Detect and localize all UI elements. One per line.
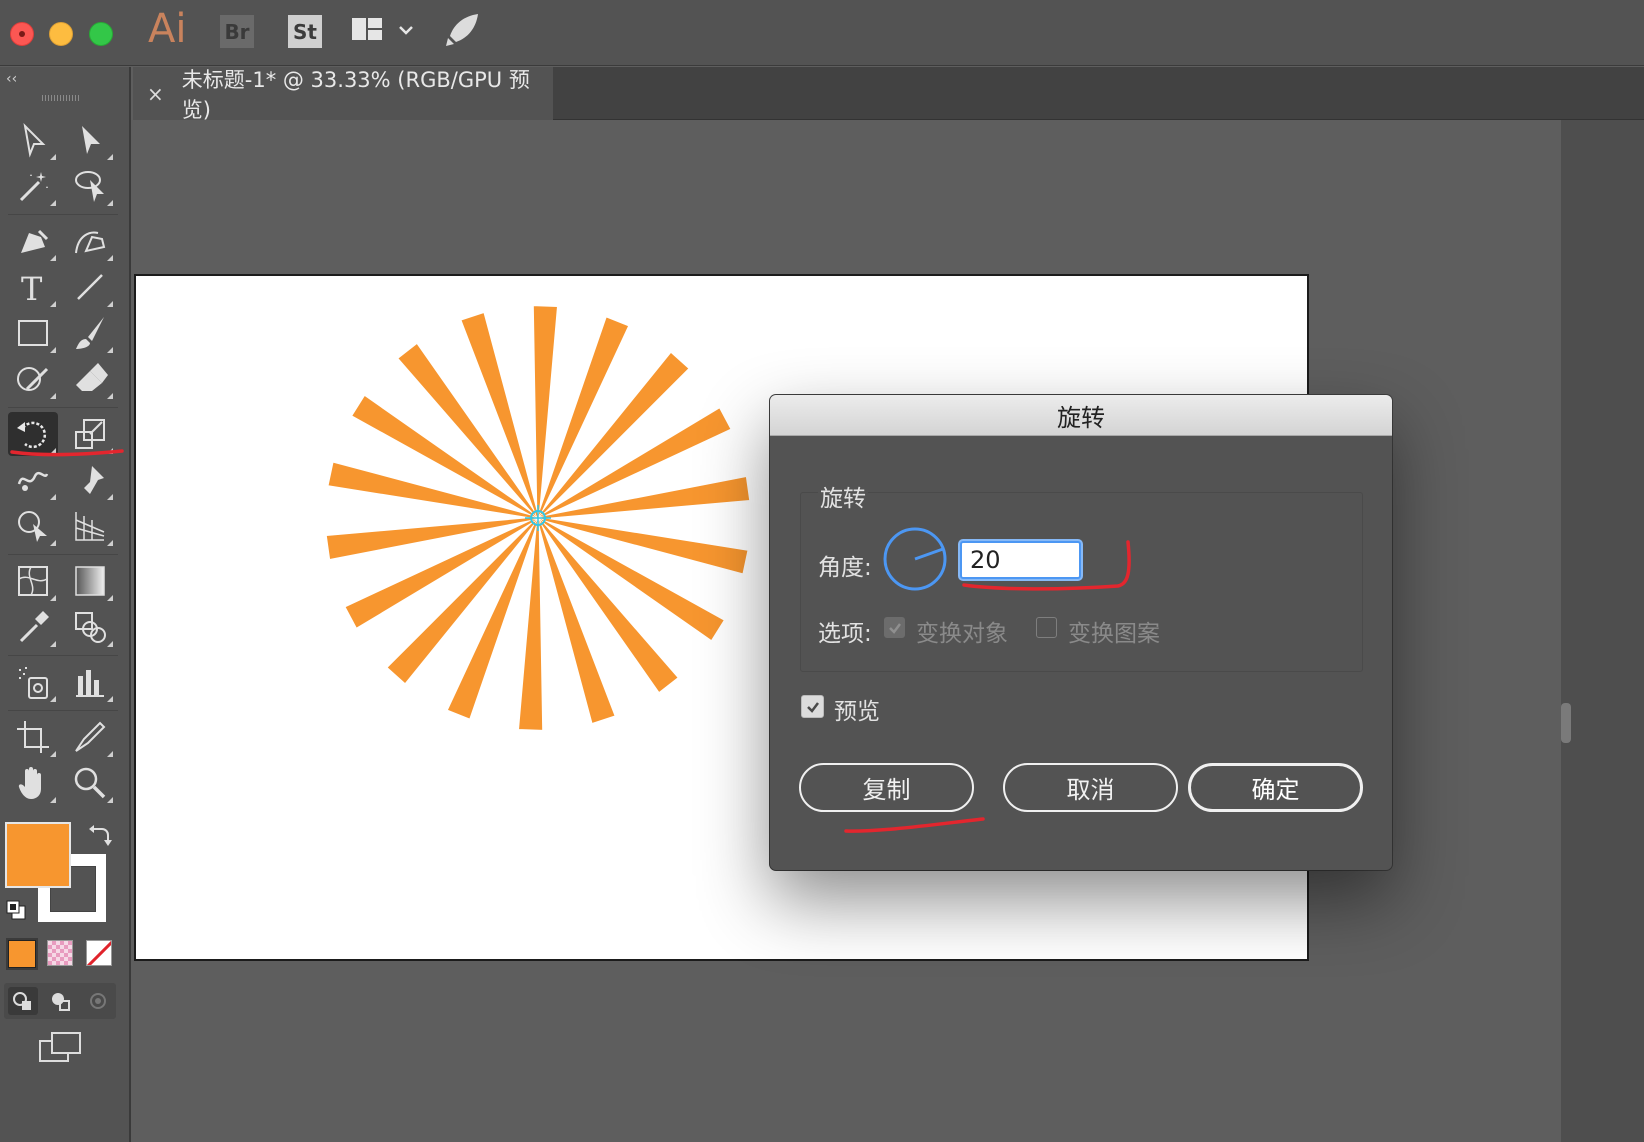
lasso-tool-icon[interactable] — [65, 164, 115, 208]
options-label: 选项: — [818, 621, 872, 647]
column-graph-tool-icon[interactable] — [65, 660, 115, 704]
curvature-tool-icon[interactable] — [65, 219, 115, 263]
shape-builder-tool-icon[interactable] — [8, 504, 58, 548]
panel-resize-handle[interactable] — [1561, 703, 1571, 743]
cancel-button[interactable]: 取消 — [1003, 763, 1178, 812]
eyedropper-tool-icon[interactable] — [8, 605, 58, 649]
document-tab-bar: × 未标题-1* @ 33.33% (RGB/GPU 预览) — [133, 67, 1644, 122]
magic-wand-tool-icon[interactable] — [8, 164, 58, 208]
transform-objects-label: 变换对象 — [916, 621, 1008, 647]
document-tab[interactable]: × 未标题-1* @ 33.33% (RGB/GPU 预览) — [133, 67, 553, 122]
preview-label: 预览 — [834, 699, 880, 725]
draw-behind-icon[interactable] — [46, 987, 76, 1015]
rotate-tool-icon[interactable] — [8, 412, 58, 456]
collapse-panel-button[interactable]: ‹‹ — [6, 71, 17, 87]
copy-button[interactable]: 复制 — [799, 763, 974, 812]
bridge-button[interactable]: Br — [220, 15, 254, 48]
puppet-warp-tool-icon[interactable] — [65, 458, 115, 502]
dialog-title: 旋转 — [770, 395, 1392, 436]
artboard-tool-icon[interactable] — [8, 715, 58, 759]
warp-tool-icon[interactable] — [8, 458, 58, 502]
scale-tool-icon[interactable] — [65, 412, 115, 456]
rocket-icon[interactable] — [442, 10, 482, 50]
window-close-button[interactable] — [10, 22, 34, 46]
line-tool-icon[interactable] — [65, 265, 115, 309]
screen-mode-icon[interactable] — [38, 1031, 84, 1067]
rectangle-tool-icon[interactable] — [8, 311, 58, 355]
rotate-dialog: 旋转 旋转 角度: 选项: 变换对象 变换图案 预览 复制 取消 确定 — [770, 395, 1392, 870]
paintbrush-tool-icon[interactable] — [65, 311, 115, 355]
close-tab-icon[interactable]: × — [147, 82, 164, 106]
panel-grip[interactable] — [42, 95, 80, 101]
right-panel-dock — [1561, 120, 1644, 1142]
transform-patterns-checkbox[interactable] — [1036, 617, 1057, 638]
zoom-tool-icon[interactable] — [65, 761, 115, 805]
window-maximize-button[interactable] — [89, 22, 113, 46]
none-mode-button[interactable] — [86, 940, 112, 966]
transform-objects-checkbox[interactable] — [884, 617, 905, 638]
ok-button[interactable]: 确定 — [1188, 763, 1363, 812]
workspace-switcher-icon[interactable] — [350, 16, 420, 44]
angle-input[interactable] — [960, 541, 1081, 579]
type-tool-icon[interactable]: T — [8, 265, 58, 309]
symbol-sprayer-tool-icon[interactable] — [8, 660, 58, 704]
tools-panel: ‹‹ T — [0, 67, 131, 1142]
selection-tool-icon[interactable] — [8, 118, 58, 162]
eraser-tool-icon[interactable] — [65, 357, 115, 401]
starburst-artwork[interactable] — [298, 278, 778, 758]
gradient-tool-icon[interactable] — [65, 559, 115, 603]
transform-patterns-label: 变换图案 — [1068, 621, 1160, 647]
draw-inside-icon[interactable] — [84, 987, 114, 1015]
draw-normal-icon[interactable] — [8, 987, 38, 1015]
shaper-tool-icon[interactable] — [8, 357, 58, 401]
angle-label: 角度: — [818, 555, 872, 581]
perspective-grid-tool-icon[interactable] — [65, 504, 115, 548]
slice-tool-icon[interactable] — [65, 715, 115, 759]
direct-selection-tool-icon[interactable] — [65, 118, 115, 162]
document-tab-title: 未标题-1* @ 33.33% (RGB/GPU 预览) — [181, 67, 530, 122]
title-bar: Ai Br St — [0, 0, 1644, 66]
svg-text:T: T — [21, 270, 43, 307]
app-logo: Ai — [148, 6, 187, 52]
fill-swatch[interactable] — [5, 822, 71, 888]
rotate-group-label: 旋转 — [818, 479, 868, 513]
mesh-tool-icon[interactable] — [8, 559, 58, 603]
blend-tool-icon[interactable] — [65, 605, 115, 649]
hand-tool-icon[interactable] — [8, 761, 58, 805]
pen-tool-icon[interactable] — [8, 219, 58, 263]
stock-button[interactable]: St — [288, 15, 322, 48]
angle-dial-icon[interactable] — [882, 526, 948, 592]
default-fill-stroke-icon[interactable] — [5, 899, 27, 921]
window-minimize-button[interactable] — [49, 22, 73, 46]
color-mode-button[interactable] — [8, 940, 36, 968]
preview-checkbox[interactable] — [801, 695, 824, 718]
swap-fill-stroke-icon[interactable] — [88, 823, 112, 847]
gradient-mode-button[interactable] — [47, 940, 73, 966]
